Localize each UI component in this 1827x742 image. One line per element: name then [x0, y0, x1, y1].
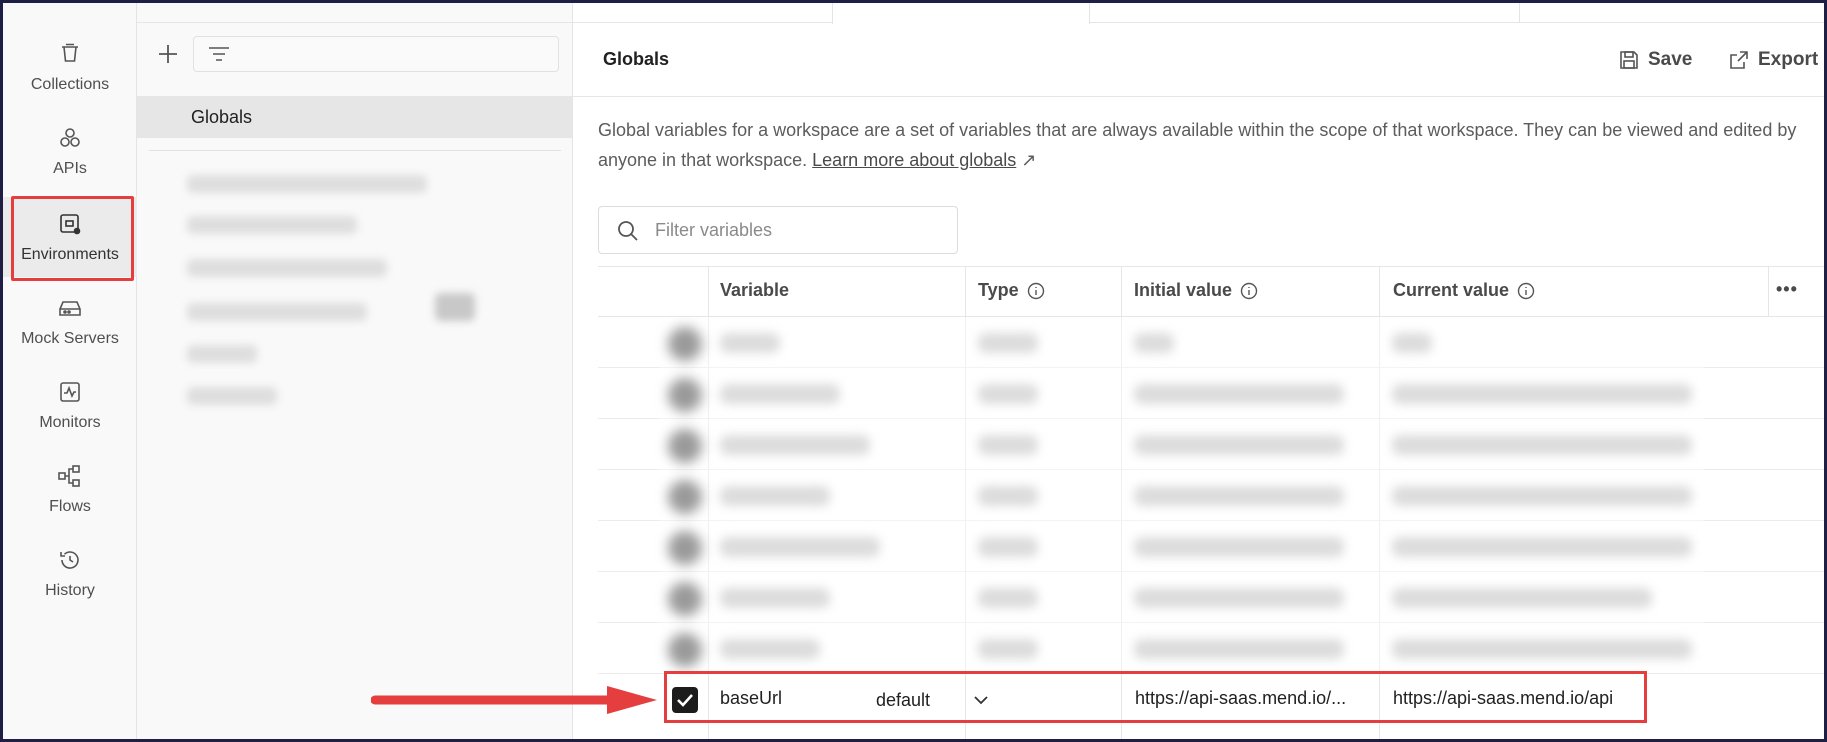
environments-icon	[56, 210, 84, 238]
external-link-icon: ↗	[1021, 150, 1037, 170]
save-label: Save	[1648, 49, 1693, 70]
save-icon	[1620, 51, 1638, 69]
flows-icon	[56, 462, 84, 490]
left-rail: Collections APIs Environments Mock Serve…	[3, 3, 137, 739]
page-title: Globals	[603, 49, 670, 69]
apis-icon	[56, 124, 84, 152]
sidebar-item-globals[interactable]: Globals	[137, 96, 573, 138]
table-row[interactable]	[598, 726, 1824, 739]
rail-item-apis[interactable]: APIs	[3, 111, 137, 191]
sidebar-toolbar	[137, 33, 573, 75]
rail-item-mock-servers[interactable]: Mock Servers	[3, 281, 137, 361]
sidebar-top-strip	[137, 3, 573, 23]
blurred-variables	[660, 317, 1704, 671]
column-header-type: Type	[978, 280, 1045, 301]
app-window: Collections APIs Environments Mock Serve…	[0, 0, 1827, 742]
rail-label: APIs	[53, 160, 87, 177]
description-text: Global variables for a workspace are a s…	[598, 120, 1797, 170]
column-header-variable: Variable	[720, 280, 790, 300]
export-button[interactable]: Export	[1728, 45, 1818, 75]
rail-label: Monitors	[39, 414, 101, 431]
tab-active[interactable]	[832, 3, 1090, 24]
info-icon	[1517, 282, 1535, 299]
sidebar-divider	[149, 150, 561, 151]
rail-item-collections[interactable]: Collections	[3, 27, 137, 107]
filter-variables-field[interactable]	[598, 206, 958, 254]
rail-item-history[interactable]: History	[3, 533, 137, 613]
save-button[interactable]: Save	[1618, 45, 1692, 75]
learn-more-link[interactable]: Learn more about globals	[812, 150, 1016, 170]
export-label: Export	[1758, 49, 1819, 70]
filter-icon	[208, 45, 230, 70]
column-header-current-value: Current value	[1393, 280, 1535, 301]
rail-label: Collections	[30, 76, 110, 93]
plus-icon	[159, 45, 177, 63]
export-icon	[1730, 51, 1748, 69]
sidebar-filter[interactable]	[193, 36, 559, 72]
monitors-icon	[56, 378, 84, 406]
sidebar-item-label: Globals	[191, 106, 253, 127]
rail-label: History	[45, 582, 95, 599]
globals-description: Global variables for a workspace are a s…	[598, 115, 1808, 175]
table-header: Variable Type Initial value Current valu…	[598, 266, 1824, 317]
rail-label: Environments	[21, 246, 119, 263]
collections-icon	[56, 40, 84, 68]
rail-label: Mock Servers	[21, 330, 119, 347]
rail-item-environments[interactable]: Environments	[3, 197, 137, 277]
column-header-initial-value: Initial value	[1134, 280, 1258, 301]
info-icon	[1027, 282, 1044, 299]
history-icon	[56, 546, 84, 574]
mock-servers-icon	[56, 294, 84, 322]
annotation-arrow	[371, 686, 657, 714]
filter-variables-input[interactable]	[655, 217, 945, 243]
main-header: Globals Save Export	[573, 23, 1824, 97]
info-icon	[1240, 282, 1258, 299]
add-environment-button[interactable]	[153, 39, 183, 69]
rail-label: Flows	[49, 498, 91, 515]
search-icon	[617, 220, 639, 247]
rail-item-monitors[interactable]: Monitors	[3, 365, 137, 445]
more-actions-button[interactable]: •••	[1776, 279, 1798, 300]
tab-strip	[573, 3, 1824, 24]
sidebar: Globals	[137, 3, 573, 739]
baseurl-highlight-box	[664, 671, 1647, 723]
rail-item-flows[interactable]: Flows	[3, 449, 137, 529]
